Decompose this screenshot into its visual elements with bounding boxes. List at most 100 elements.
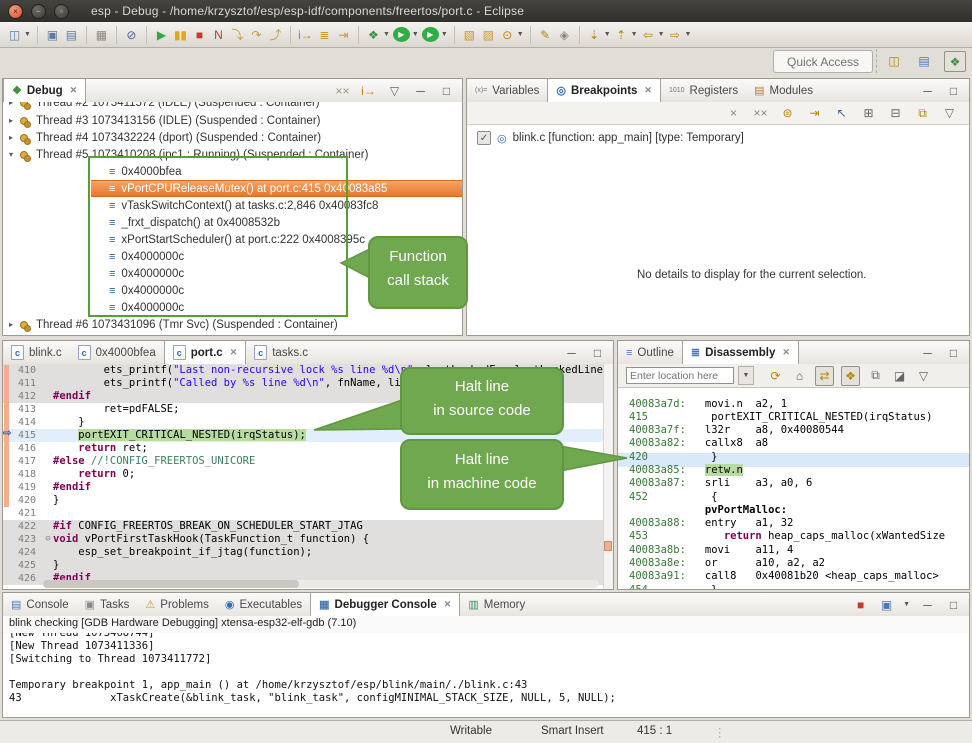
- thread-row[interactable]: ▸Thread #3 1073413156 (IDLE) (Suspended …: [3, 112, 462, 129]
- tab-disassembly[interactable]: ≣Disassembly✕: [682, 341, 799, 364]
- save-all-icon[interactable]: ▤: [63, 26, 80, 44]
- breakpoint-entry-row[interactable]: ✓ ◎ blink.c [function: app_main] [type: …: [477, 131, 744, 145]
- step-return-icon[interactable]: ⤴: [267, 26, 284, 44]
- instruction-stepping-icon[interactable]: i→: [297, 26, 314, 44]
- forward-icon[interactable]: ⇨: [667, 26, 684, 44]
- save-icon[interactable]: ▣: [44, 26, 61, 44]
- code-editor[interactable]: 410 ets_printf("Last non-recursive lock …: [3, 364, 613, 589]
- editor-overview-ruler[interactable]: [603, 364, 613, 589]
- minimize-icon[interactable]: ─: [919, 82, 936, 100]
- close-icon[interactable]: ✕: [444, 599, 452, 610]
- tab-tasks-c[interactable]: ctasks.c: [246, 341, 316, 364]
- remove-breakpoint-icon[interactable]: ×: [725, 104, 742, 122]
- thread-row[interactable]: ▾Thread #5 1073410208 (ipc1 : Running) (…: [3, 146, 462, 163]
- location-input[interactable]: [626, 367, 734, 384]
- view-menu-icon[interactable]: ▽: [941, 104, 958, 122]
- debug-perspective-icon[interactable]: ❖: [944, 51, 966, 72]
- expander-icon[interactable]: ▸: [9, 320, 19, 329]
- maximize-icon[interactable]: □: [589, 344, 606, 362]
- display-console-icon[interactable]: ▣: [878, 596, 895, 614]
- disconnect-icon[interactable]: N: [210, 26, 227, 44]
- console-output[interactable]: [New Thread 1073468744][New Thread 10734…: [9, 633, 969, 717]
- tab-0x4000bfea[interactable]: c0x4000bfea: [70, 341, 164, 364]
- maximize-icon[interactable]: □: [945, 82, 962, 100]
- track-expression-icon[interactable]: ❖: [841, 366, 860, 386]
- expander-icon[interactable]: ▸: [9, 133, 19, 142]
- minimize-icon[interactable]: ─: [563, 344, 580, 362]
- tab-outline[interactable]: ≡Outline: [618, 341, 682, 364]
- step-into-icon[interactable]: ⤵: [229, 26, 246, 44]
- stack-frame-row[interactable]: ≡0x4000000c: [91, 299, 462, 316]
- view-menu-icon[interactable]: ▽: [386, 82, 403, 100]
- display-console-dropdown-icon[interactable]: ▼: [903, 601, 910, 608]
- stack-frame-row[interactable]: ≡_frxt_dispatch() at 0x4008532b: [91, 214, 462, 231]
- close-icon[interactable]: ✕: [230, 347, 238, 358]
- location-dropdown[interactable]: ▼: [738, 366, 754, 385]
- window-close-button[interactable]: ×: [8, 4, 23, 19]
- new-wizard-icon[interactable]: ◫: [6, 26, 23, 44]
- close-icon[interactable]: ✕: [70, 85, 78, 96]
- last-edit-location-icon[interactable]: ⇣: [586, 26, 603, 44]
- refresh-icon[interactable]: ⟳: [767, 367, 784, 385]
- minimize-icon[interactable]: ─: [919, 596, 936, 614]
- editor-hscrollbar[interactable]: [43, 580, 599, 588]
- tab-console[interactable]: ▤Console: [3, 593, 77, 616]
- terminate-icon[interactable]: ■: [191, 26, 208, 44]
- close-icon[interactable]: ✕: [782, 347, 790, 358]
- select-default-icon[interactable]: ↖: [833, 104, 850, 122]
- show-view-icon[interactable]: ≣: [316, 26, 333, 44]
- tab-port-c[interactable]: cport.c✕: [164, 341, 247, 364]
- view-menu-icon[interactable]: ▽: [915, 367, 932, 385]
- expander-icon[interactable]: ▾: [9, 150, 19, 159]
- stack-frame-row[interactable]: ≡0x4000000c: [91, 248, 462, 265]
- tab-memory[interactable]: ▥Memory: [460, 593, 533, 616]
- tab-debug[interactable]: ❖ Debug ✕: [3, 79, 86, 102]
- new-view-icon[interactable]: ⧉: [867, 367, 884, 385]
- breakpoint-checkbox[interactable]: ✓: [477, 131, 491, 145]
- quick-access-button[interactable]: Quick Access: [773, 50, 873, 73]
- stack-frame-row[interactable]: ≡vTaskSwitchContext() at tasks.c:2,846 0…: [91, 197, 462, 214]
- remove-all-breakpoints-icon[interactable]: ××: [752, 104, 769, 122]
- new-wizard-dropdown-icon[interactable]: ▼: [24, 31, 31, 38]
- binary-icon[interactable]: ▦: [93, 26, 110, 44]
- cpp-perspective-icon[interactable]: ▤: [914, 51, 934, 70]
- link-with-debug-icon[interactable]: ⧉: [914, 104, 931, 122]
- stack-frame-row[interactable]: ≡xPortStartScheduler() at port.c:222 0x4…: [91, 231, 462, 248]
- pin-icon[interactable]: ◪: [891, 367, 908, 385]
- thread-row-clipped[interactable]: ▸Thread #2 1073411572 (IDLE) (Suspended …: [3, 102, 462, 112]
- minimize-icon[interactable]: ─: [919, 344, 936, 362]
- resume-icon[interactable]: ▶: [153, 26, 170, 44]
- back-dropdown-icon[interactable]: ▼: [658, 31, 665, 38]
- expander-icon[interactable]: ▸: [9, 116, 19, 125]
- instruction-step-mode-icon[interactable]: i→: [360, 82, 377, 100]
- stack-frame-row[interactable]: ≡vPortCPUReleaseMutex() at port.c:415 0x…: [91, 180, 462, 197]
- remove-terminated-icon[interactable]: ××: [334, 82, 351, 100]
- open-perspective-icon[interactable]: ◫: [884, 51, 904, 70]
- debug-thread-tree[interactable]: ▸Thread #2 1073411572 (IDLE) (Suspended …: [3, 102, 462, 335]
- go-to-file-icon[interactable]: ⇥: [806, 104, 823, 122]
- maximize-icon[interactable]: □: [945, 344, 962, 362]
- search-dropdown-icon[interactable]: ▼: [517, 31, 524, 38]
- window-minimize-button[interactable]: −: [31, 4, 46, 19]
- stack-frame-row[interactable]: ≡0x4000000c: [91, 282, 462, 299]
- show-breakpoints-supported-icon[interactable]: ⊜: [779, 104, 796, 122]
- stack-frame-row[interactable]: ≡0x4000000c: [91, 265, 462, 282]
- tab-tasks[interactable]: ▣Tasks: [77, 593, 138, 616]
- tab-registers[interactable]: 1010Registers: [661, 79, 746, 102]
- expand-all-icon[interactable]: ⊞: [860, 104, 877, 122]
- mark-occurrences-icon[interactable]: ✎: [537, 26, 554, 44]
- tab-debugger-console[interactable]: ▦Debugger Console✕: [310, 593, 460, 616]
- sync-context-icon[interactable]: ⇄: [815, 366, 834, 386]
- run-icon[interactable]: ▶: [393, 27, 410, 42]
- terminate-icon[interactable]: ■: [852, 596, 869, 614]
- thread-row[interactable]: ▸Thread #6 1073431096 (Tmr Svc) (Suspend…: [3, 316, 462, 333]
- debug-icon[interactable]: ❖: [365, 26, 382, 44]
- collapse-all-icon[interactable]: ⊟: [887, 104, 904, 122]
- maximize-icon[interactable]: □: [438, 82, 455, 100]
- fold-icon[interactable]: ⊖: [43, 533, 53, 546]
- tab-problems[interactable]: ⚠Problems: [137, 593, 216, 616]
- suspend-icon[interactable]: ▮▮: [172, 26, 189, 44]
- window-maximize-button[interactable]: ▫: [54, 4, 69, 19]
- last-edit-location-dropdown-icon[interactable]: ▼: [604, 31, 611, 38]
- thread-row[interactable]: ▸Thread #4 1073432224 (dport) (Suspended…: [3, 129, 462, 146]
